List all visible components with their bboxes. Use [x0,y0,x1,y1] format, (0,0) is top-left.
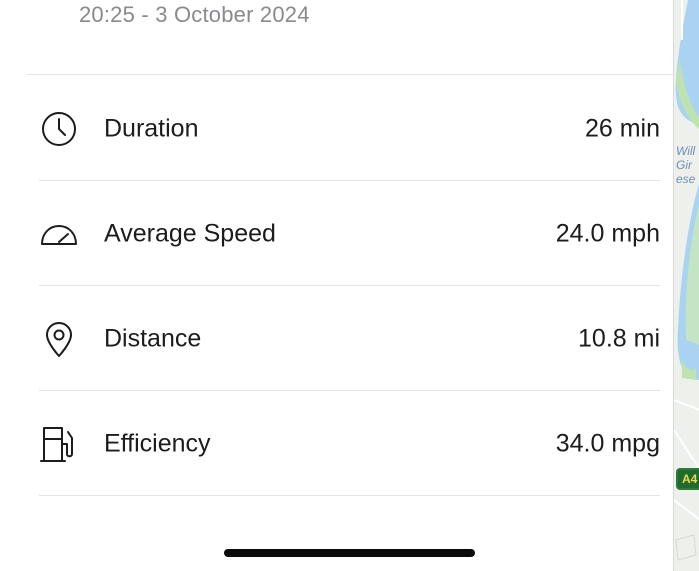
stat-value: 34.0 mpg [555,429,660,457]
row-divider [39,495,660,496]
stat-label: Distance [104,324,202,352]
stat-label: Efficiency [104,429,211,457]
stat-value: 24.0 mph [555,219,660,247]
road-number-label: A4 [682,472,698,486]
clock-icon [39,109,79,149]
stat-value: 10.8 mi [578,324,660,352]
location-pin-icon [39,319,79,359]
stat-row-average-speed: Average Speed 24.0 mph [39,181,660,286]
home-indicator[interactable] [224,549,475,557]
road-number-badge: A4 [676,468,699,490]
stat-value: 26 min [584,114,660,142]
header-divider [27,74,673,75]
map-place-label: Will Gir ese [676,144,696,186]
speedometer-icon [39,214,79,254]
stat-row-distance: Distance 10.8 mi [39,286,660,391]
stat-row-duration: Duration 26 min [39,76,660,181]
stat-row-efficiency: Efficiency 34.0 mpg [39,391,660,496]
fuel-pump-icon [39,424,79,464]
trip-timestamp: 20:25 - 3 October 2024 [79,2,310,27]
stat-label: Average Speed [104,219,276,247]
trip-details-sheet: 20:25 - 3 October 2024 Duration 26 min A… [0,0,673,571]
stat-label: Duration [104,114,199,142]
